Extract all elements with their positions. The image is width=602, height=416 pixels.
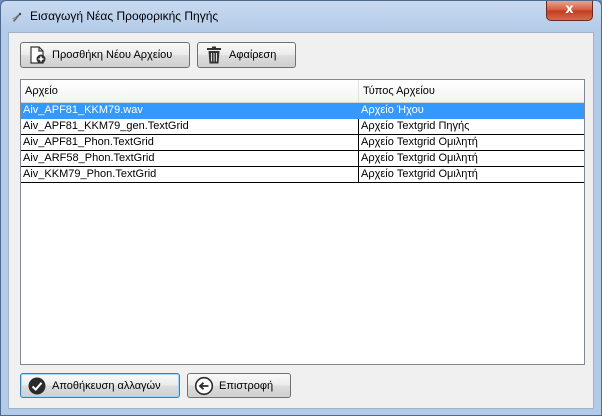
- back-arrow-icon: [194, 376, 214, 395]
- cell-file-type: Αρχείο Textgrid Πηγής: [359, 119, 584, 134]
- cell-file: Aiv_ARF58_Phon.TextGrid: [21, 151, 359, 166]
- table-row[interactable]: Aiv_APF81_KKM79_gen.TextGrid Αρχείο Text…: [21, 119, 584, 135]
- table-row[interactable]: Aiv_ARF58_Phon.TextGrid Αρχείο Textgrid …: [21, 151, 584, 167]
- app-icon: [12, 12, 22, 22]
- dialog-window: Εισαγωγή Νέας Προφορικής Πηγής x Προσθήκ…: [0, 0, 602, 416]
- cell-file-type: Αρχείο Textgrid Ομιλητή: [359, 151, 584, 166]
- table-row[interactable]: Aiv_KKM79_Phon.TextGrid Αρχείο Textgrid …: [21, 167, 584, 183]
- cell-file: Aiv_APF81_KKM79_gen.TextGrid: [21, 119, 359, 134]
- remove-button[interactable]: Αφαίρεση: [197, 42, 296, 68]
- add-file-label: Προσθήκη Νέου Αρχείου: [52, 49, 173, 61]
- close-button[interactable]: x: [546, 1, 593, 21]
- table-row[interactable]: Aiv_APF81_KKM79.wav Αρχείο Ήχου: [21, 103, 584, 119]
- back-label: Επιστροφή: [219, 379, 274, 392]
- cell-file: Aiv_APF81_Phon.TextGrid: [21, 135, 359, 150]
- title-bar[interactable]: Εισαγωγή Νέας Προφορικής Πηγής x: [1, 1, 601, 33]
- column-header-file-type[interactable]: Τύπος Αρχείου: [359, 80, 584, 102]
- cell-file-type: Αρχείο Ήχου: [359, 103, 584, 118]
- trash-icon: [207, 46, 221, 64]
- add-file-icon: [30, 46, 46, 64]
- save-changes-label: Αποθήκευση αλλαγών: [52, 379, 161, 392]
- dialog-client-area: Προσθήκη Νέου Αρχείου Αφαίρεση Αρχείο Τύ…: [8, 32, 594, 409]
- table-row[interactable]: Aiv_APF81_Phon.TextGrid Αρχείο Textgrid …: [21, 135, 584, 151]
- cell-file-type: Αρχείο Textgrid Ομιλητή: [359, 167, 584, 182]
- close-icon: x: [565, 2, 574, 17]
- cell-file: Aiv_KKM79_Phon.TextGrid: [21, 167, 359, 182]
- window-title: Εισαγωγή Νέας Προφορικής Πηγής: [30, 9, 219, 23]
- files-table[interactable]: Αρχείο Τύπος Αρχείου Aiv_APF81_KKM79.wav…: [20, 79, 585, 365]
- cell-file-type: Αρχείο Textgrid Ομιλητή: [359, 135, 584, 150]
- checkmark-icon: [28, 377, 46, 394]
- save-changes-button[interactable]: Αποθήκευση αλλαγών: [20, 373, 180, 398]
- back-button[interactable]: Επιστροφή: [187, 373, 291, 398]
- table-header: Αρχείο Τύπος Αρχείου: [21, 80, 584, 103]
- column-header-file[interactable]: Αρχείο: [21, 80, 359, 102]
- remove-label: Αφαίρεση: [229, 49, 277, 61]
- cell-file: Aiv_APF81_KKM79.wav: [21, 103, 359, 118]
- add-file-button[interactable]: Προσθήκη Νέου Αρχείου: [20, 42, 190, 68]
